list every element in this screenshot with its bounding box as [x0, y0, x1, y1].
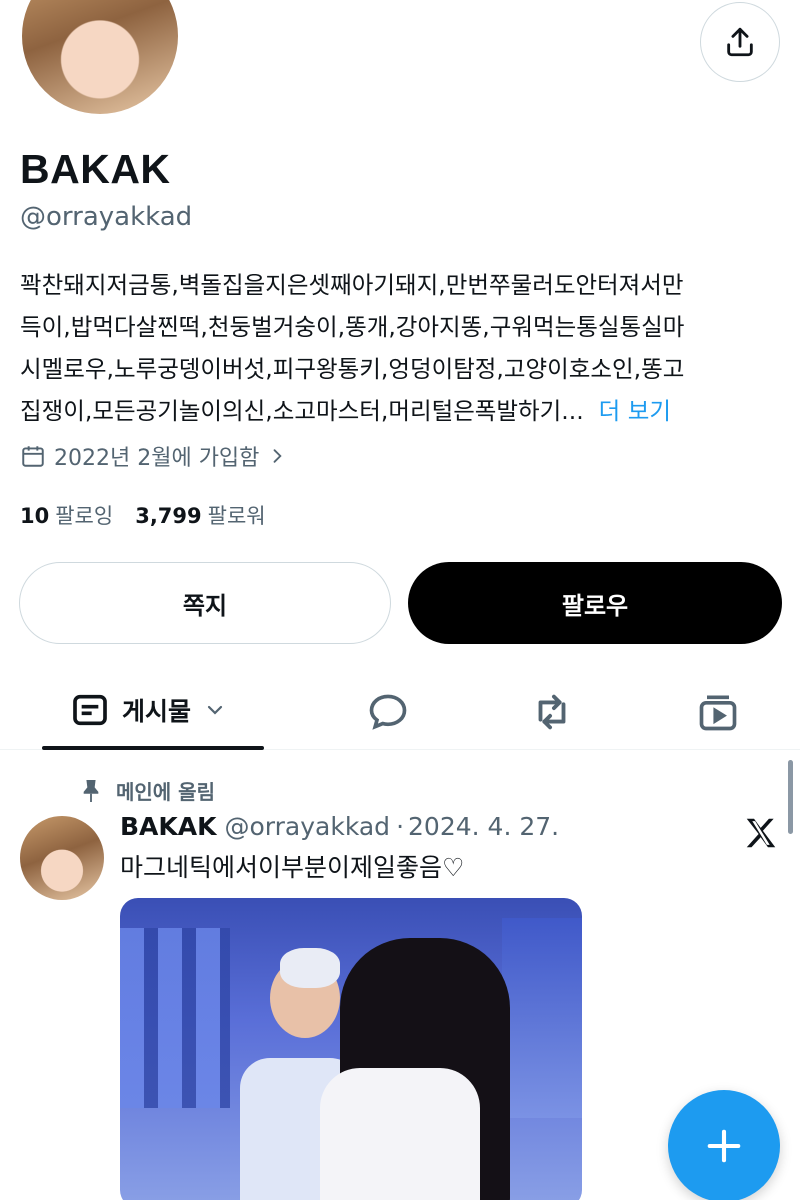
video-icon [699, 695, 737, 731]
post-avatar[interactable] [20, 816, 104, 900]
joined-date: 2022년 2월에 가입함 [54, 446, 260, 471]
pin-icon [83, 779, 99, 802]
tab-replies[interactable] [358, 682, 418, 742]
followers-label: 팔로워 [207, 504, 266, 528]
bio-line-last: 집쟁이,모든공기놀이의신,소고마스터,머리털은폭발하기... 더 보기 [20, 390, 790, 432]
joined-date-row[interactable]: 2022년 2월에 가입함 [20, 440, 287, 472]
profile-page: BAKAK @orrayakkad 꽉찬돼지저금통,벽돌집을지은셋째아기돼지,만… [0, 0, 800, 1200]
post-media[interactable] [120, 898, 582, 1200]
media-figure-right [320, 1068, 480, 1200]
media-stage-left [120, 928, 230, 1108]
follow-button[interactable]: 팔로우 [408, 562, 782, 644]
bio-more-link[interactable]: 더 보기 [599, 397, 671, 425]
pinned-indicator: 메인에 올림 [80, 776, 215, 805]
post-author-name[interactable]: BAKAK [120, 812, 217, 841]
following-count: 10 [20, 504, 50, 528]
post-author-handle: @orrayakkad [224, 812, 391, 841]
bio-line: 집쟁이,모든공기놀이의신,소고마스터,머리털은폭발하기... [20, 397, 584, 425]
plus-icon [707, 1129, 741, 1163]
x-logo-icon [746, 818, 776, 848]
active-tab-indicator [42, 746, 264, 750]
tab-posts[interactable]: 게시물 [42, 670, 264, 750]
bio-line: 시멜로우,노루궁뎅이버섯,피구왕통키,엉덩이탐정,고양이호소인,똥고 [20, 355, 685, 383]
posts-icon [73, 694, 107, 726]
chevron-down-icon [207, 705, 223, 715]
compose-button[interactable] [668, 1090, 780, 1200]
post-header: BAKAK @orrayakkad · 2024. 4. 27. [120, 812, 559, 841]
follow-stats: 10 팔로잉 3,799 팔로워 [20, 500, 266, 530]
bio-line: 꽉찬돼지저금통,벽돌집을지은셋째아기돼지,만번쭈물러도안터져서만 [20, 271, 684, 299]
user-handle: @orrayakkad [20, 202, 193, 232]
followers-count: 3,799 [135, 504, 202, 528]
share-button[interactable] [700, 2, 780, 82]
repost-icon [538, 694, 566, 730]
scrollbar[interactable] [788, 760, 793, 834]
profile-avatar[interactable] [18, 0, 182, 118]
message-button[interactable]: 쪽지 [19, 562, 391, 644]
post-separator: · [396, 812, 405, 841]
bio-line: 득이,밥먹다살찐떡,천둥벌거숭이,똥개,강아지똥,구워먹는통실통실마 [20, 313, 685, 341]
followers-stat[interactable]: 3,799 팔로워 [135, 500, 265, 530]
tab-posts-label: 게시물 [122, 697, 192, 726]
media-hair-bow [280, 948, 340, 988]
post-date[interactable]: 2024. 4. 27. [408, 812, 559, 841]
tab-media[interactable] [688, 682, 748, 742]
bio: 꽉찬돼지저금통,벽돌집을지은셋째아기돼지,만번쭈물러도안터져서만 득이,밥먹다살… [20, 264, 790, 432]
share-icon [727, 27, 753, 57]
post-text: 마그네틱에서이부분이제일좋음♡ [120, 853, 465, 882]
calendar-icon [22, 446, 44, 467]
following-label: 팔로잉 [55, 504, 114, 528]
pinned-label: 메인에 올림 [116, 780, 215, 804]
profile-tabs: 게시물 [0, 670, 800, 750]
media-stage-right [502, 918, 582, 1118]
display-name: BAKAK [20, 146, 171, 192]
tab-reposts[interactable] [522, 682, 582, 742]
following-stat[interactable]: 10 팔로잉 [20, 500, 113, 530]
speech-bubble-icon [369, 694, 407, 730]
chevron-right-icon [274, 449, 283, 463]
